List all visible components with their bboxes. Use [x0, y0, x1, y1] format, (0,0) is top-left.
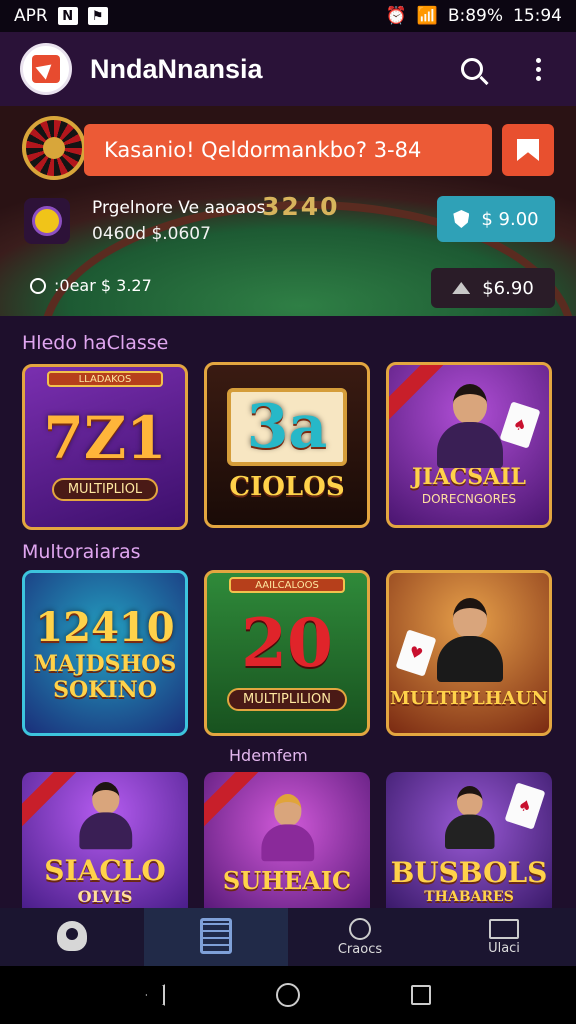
bonus-icon [24, 198, 70, 244]
section-label: Hdemfem [229, 746, 308, 765]
nav-item-screen[interactable]: Ulaci [432, 908, 576, 966]
bet-amount: $6.90 [482, 277, 534, 299]
nav-label: Craocs [337, 941, 383, 957]
dealer-icon [437, 597, 503, 682]
recents-icon[interactable] [410, 985, 431, 1005]
tile-label: SUHEAIC [222, 865, 352, 895]
tile-label: MAJDSHOS [33, 650, 177, 677]
system-nav [0, 966, 576, 1024]
tile-title: 3a [226, 388, 348, 466]
home-icon[interactable] [275, 983, 300, 1007]
nav-item-games[interactable] [144, 908, 288, 966]
tile-label: SOKINO [53, 676, 157, 703]
grid-icon [200, 918, 232, 954]
alert-icon: ⚑ [87, 7, 108, 25]
balance-text: :0ear $ 3.27 [54, 276, 152, 295]
tile-title: 7Z1 [43, 403, 167, 472]
bet-button[interactable]: $6.90 [431, 268, 555, 308]
status-date: APR [14, 6, 48, 26]
hero-banner: Kasanio! Qeldormankbo? 3-84 Prgelnore Ve… [0, 106, 576, 316]
card-icon: ♠ [504, 782, 546, 830]
game-tile[interactable]: AAILCALOOS 20 MULTIPLILION [204, 570, 370, 736]
search-icon [349, 917, 371, 940]
game-tile[interactable]: ♥ MULTIPLHAUN [386, 570, 552, 736]
tile-title: 20 [241, 603, 333, 682]
logo-icon [32, 55, 60, 83]
game-tile[interactable]: SUHEAIC [204, 772, 370, 908]
game-tile[interactable]: SIACLO OLVIS [22, 772, 188, 908]
section-title: Hledo haClasse [22, 332, 169, 354]
nav-item-profile[interactable] [0, 908, 144, 966]
game-tile[interactable]: 3a CIOLOS [204, 362, 370, 528]
tile-label: THABARES [424, 888, 514, 905]
status-time: 15:94 [513, 6, 562, 26]
tile-label: OLVIS [77, 887, 133, 906]
card-icon: ♥ [395, 629, 437, 677]
dealer-icon [445, 785, 495, 849]
profile-icon [57, 921, 87, 951]
card-icon: ♠ [499, 401, 541, 449]
promo-flag-button[interactable] [502, 124, 554, 176]
ribbon-badge [204, 772, 263, 832]
battery-text: B:89% [447, 6, 503, 26]
app-logo[interactable] [20, 43, 72, 95]
tile-pill: MULTIPLIOL [51, 477, 159, 501]
nav-label: Ulaci [488, 940, 520, 956]
tile-sub: DORECNGORES [421, 492, 517, 506]
table-felt-text: 3240 [262, 192, 340, 221]
wifi-icon: 📶 [416, 6, 438, 26]
promo-text: Kasanio! Qeldormankbo? 3-84 [104, 138, 422, 162]
shield-icon [453, 210, 470, 228]
game-tile[interactable]: LLADAKOS 7Z1 MULTIPLIOL [22, 364, 188, 530]
tile-label: SIACLO [44, 854, 166, 887]
tile-label: CIOLOS [229, 472, 345, 502]
app-title: NndaNnansia [90, 53, 263, 84]
chips-icon [452, 282, 471, 294]
bottom-nav: Craocs Ulaci [0, 908, 576, 966]
dealer-icon [437, 384, 503, 468]
bonus-title: Prgelnore Ve aaoaos [92, 198, 266, 218]
game-tile[interactable]: ♠ BUSBOLS THABARES [386, 772, 552, 908]
bonus-subtitle: 0460d $.0607 [92, 224, 211, 244]
queen-icon [261, 793, 315, 861]
notification-icon: N [57, 7, 78, 25]
flag-icon [517, 139, 539, 161]
tile-label: BUSBOLS [390, 855, 548, 889]
clock-icon [30, 277, 46, 294]
roulette-icon [22, 116, 86, 180]
search-button[interactable] [454, 51, 490, 87]
ribbon-badge [22, 772, 81, 832]
game-tile[interactable]: 12410 MAJDSHOS SOKINO [22, 570, 188, 736]
balance-readout: :0ear $ 3.27 [30, 276, 152, 295]
tile-title: 12410 [35, 603, 175, 651]
tile-banner: LLADAKOS [47, 371, 163, 387]
tile-pill: MULTIPLILION [227, 687, 347, 711]
status-bar: APR N ⚑ ⏰ 📶 B:89% 15:94 [0, 0, 576, 32]
back-icon[interactable] [145, 984, 166, 1006]
more-menu-button[interactable] [520, 51, 556, 87]
more-vert-icon [535, 57, 541, 81]
app-bar: NndaNnansia [0, 32, 576, 106]
player-icon [79, 782, 133, 850]
deposit-amount: $ 9.00 [481, 208, 539, 230]
section-title: Multoraiaras [22, 541, 141, 563]
nav-item-search[interactable]: Craocs [288, 908, 432, 966]
deposit-button[interactable]: $ 9.00 [437, 196, 555, 242]
game-tile[interactable]: ♠ JIACSAIL DORECNGORES [386, 362, 552, 528]
search-icon [461, 58, 483, 80]
tile-banner: AAILCALOOS [229, 577, 345, 593]
screen-icon [489, 918, 519, 939]
tile-label: MULTIPLHAUN [390, 687, 548, 709]
alarm-icon: ⏰ [385, 6, 407, 26]
promo-banner[interactable]: Kasanio! Qeldormankbo? 3-84 [84, 124, 492, 176]
